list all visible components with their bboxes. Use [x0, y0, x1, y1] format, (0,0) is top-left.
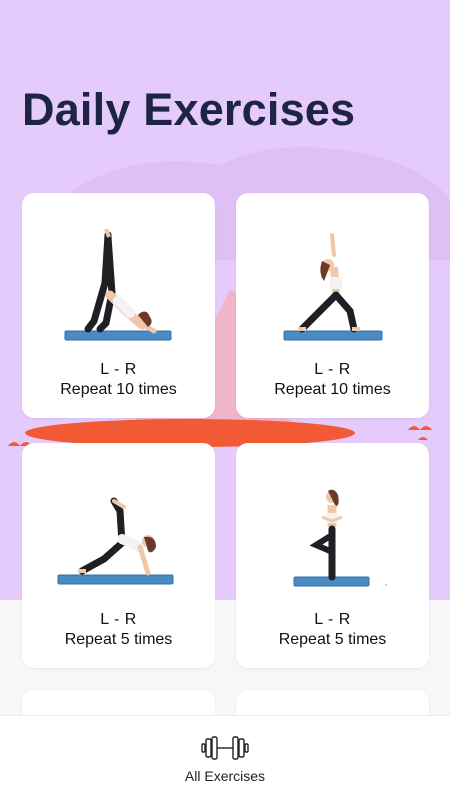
side-label: L - R: [314, 611, 351, 628]
three-legged-downward-dog-illustration: [64, 228, 172, 341]
repeat-count: Repeat 10 times: [60, 381, 177, 398]
exercise-card[interactable]: L - R Repeat 10 times: [22, 193, 215, 418]
repeat-count: Repeat 5 times: [64, 631, 173, 648]
exercise-card[interactable]: L - R Repeat 5 times: [22, 443, 215, 668]
side-plank-illustration: [57, 497, 174, 585]
dumbbell-icon: [201, 736, 249, 760]
side-label: L - R: [100, 611, 137, 628]
side-label: L - R: [100, 361, 137, 378]
nav-label: All Exercises: [184, 768, 266, 784]
tree-pose-illustration: [293, 489, 387, 587]
repeat-count: Repeat 10 times: [274, 381, 391, 398]
nav-all-exercises[interactable]: All Exercises: [160, 716, 290, 800]
page-title: Daily Exercises: [22, 84, 356, 135]
repeat-count: Repeat 5 times: [278, 631, 387, 648]
exercise-card[interactable]: L - R Repeat 10 times: [236, 193, 429, 418]
warrior-pose-illustration: [283, 233, 383, 341]
exercise-card[interactable]: L - R Repeat 5 times: [236, 443, 429, 668]
bottom-navigation: All Exercises: [0, 715, 450, 800]
side-label: L - R: [314, 361, 351, 378]
